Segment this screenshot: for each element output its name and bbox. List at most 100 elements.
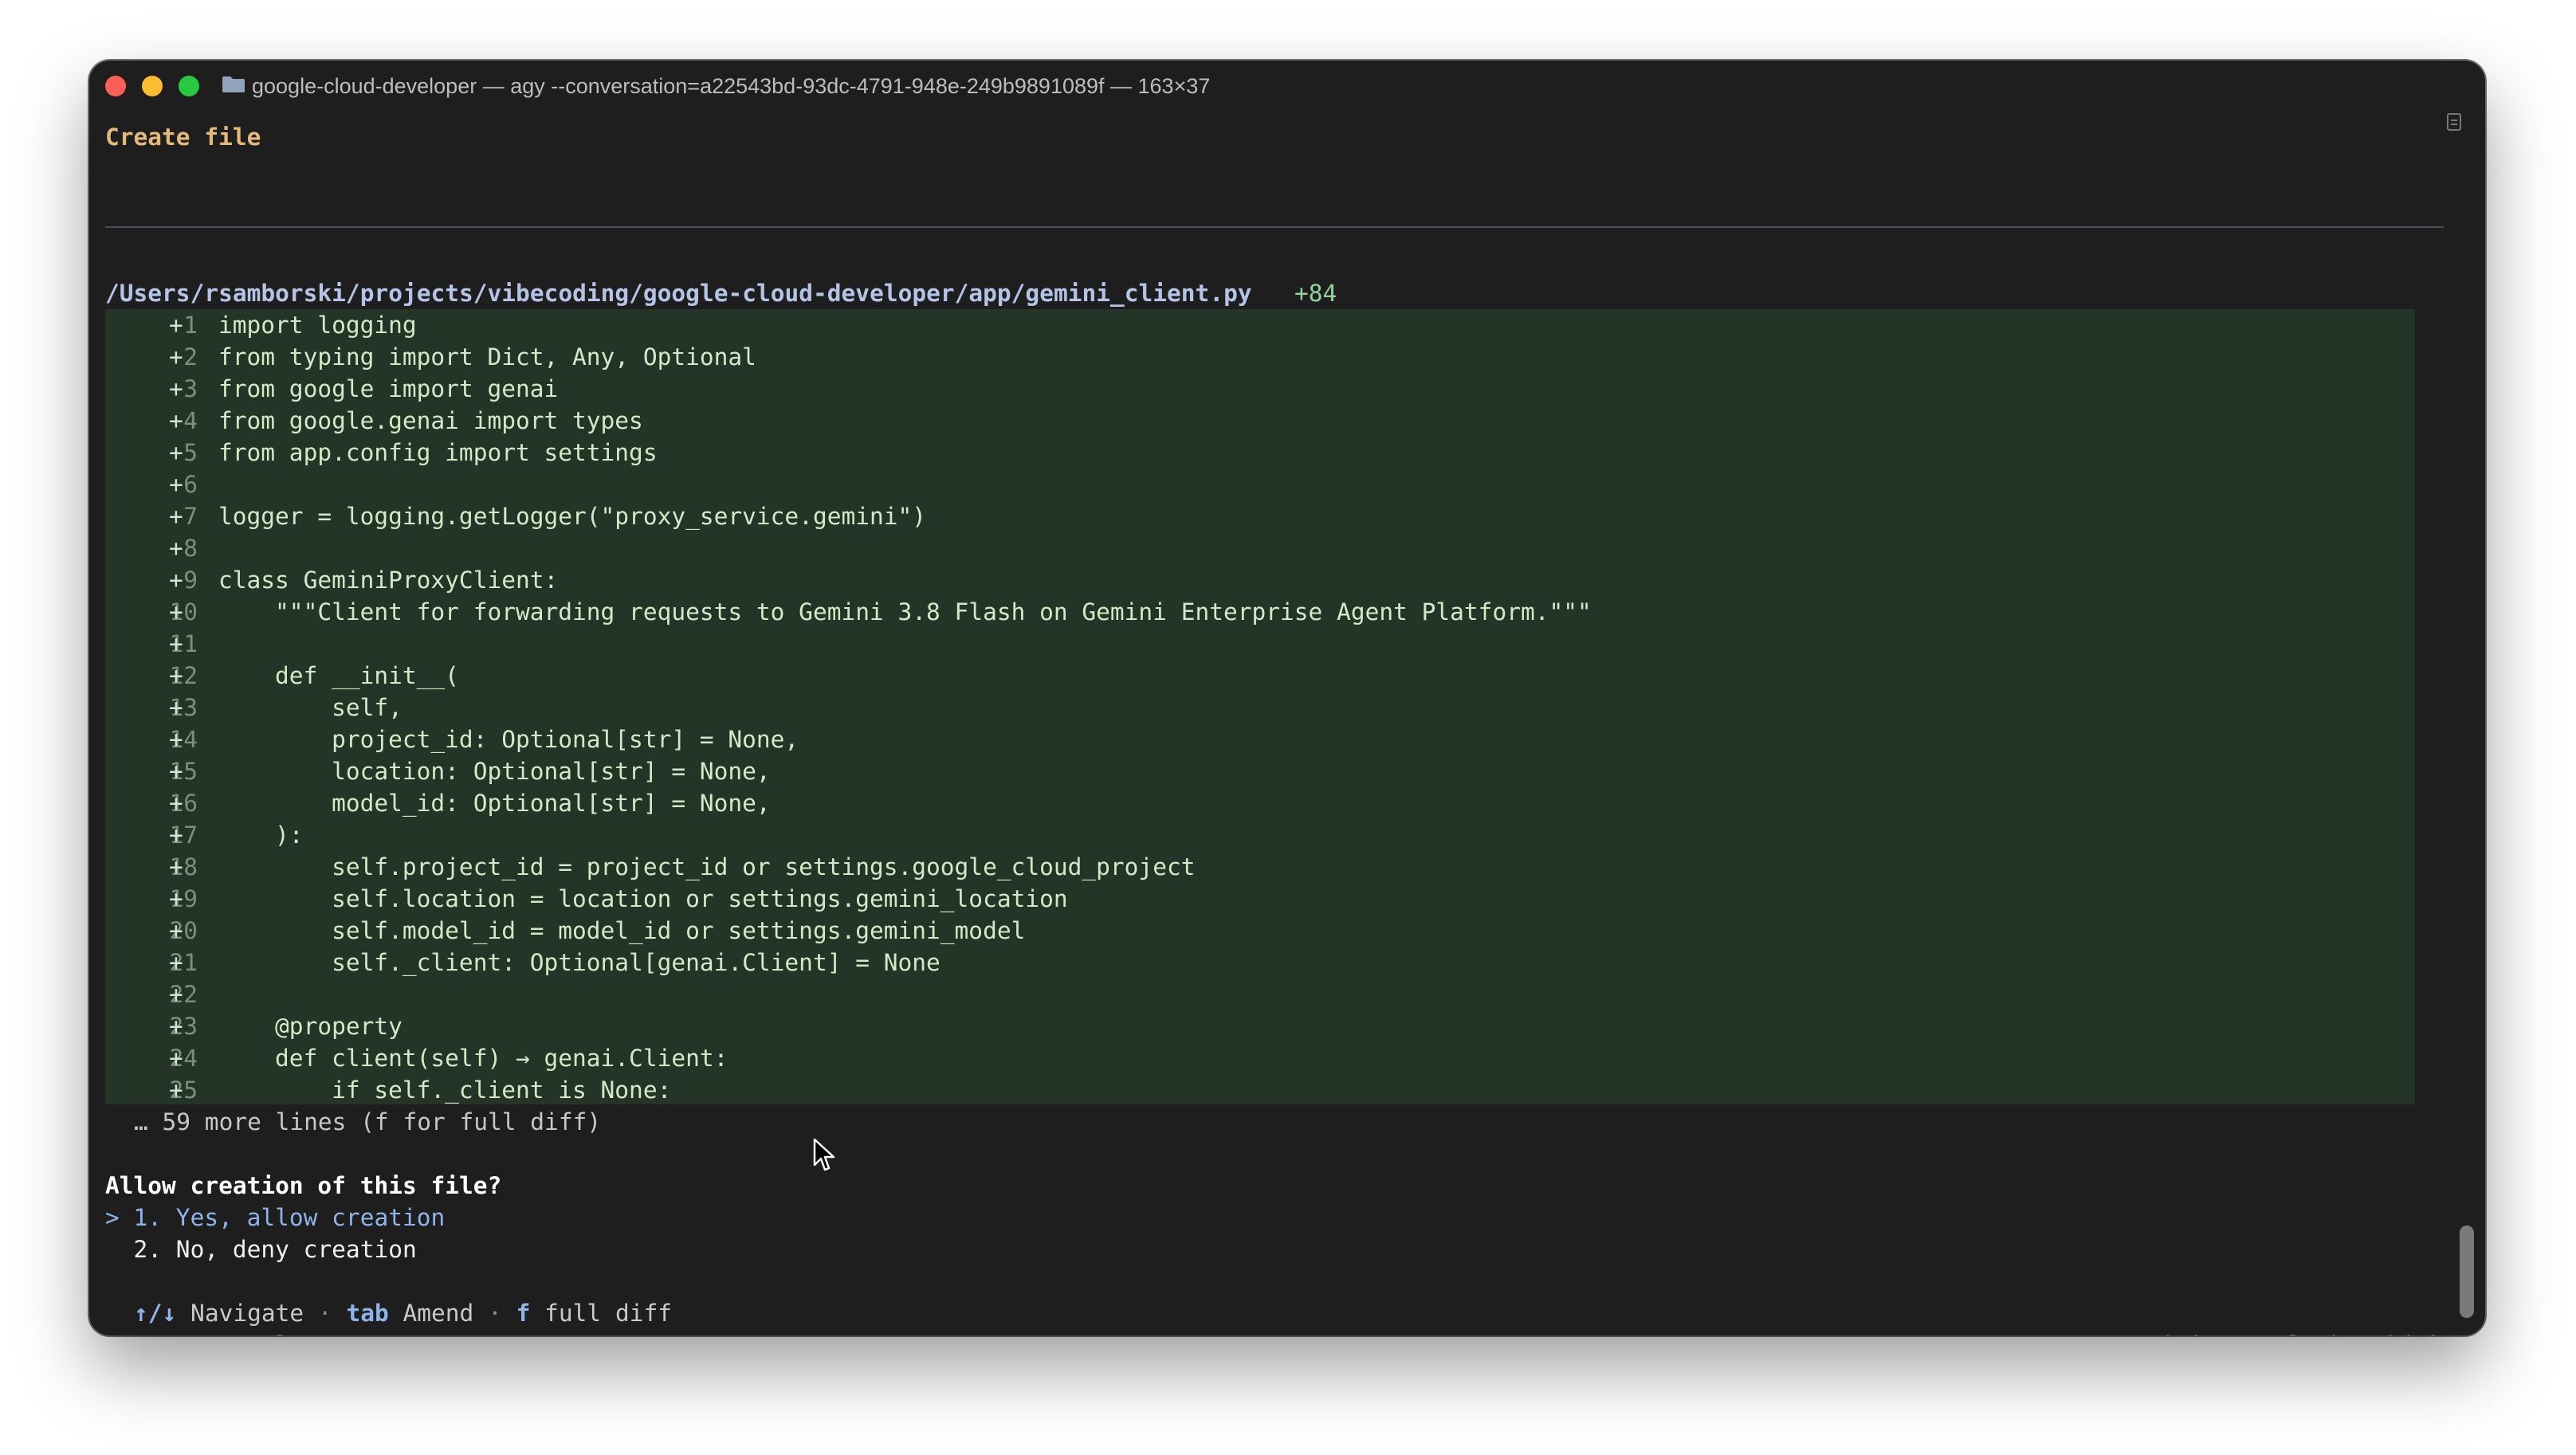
minimize-window-button[interactable] — [142, 76, 163, 96]
diff-line: 23 + @property — [89, 1010, 2448, 1042]
full-diff-key: f — [516, 1300, 531, 1327]
added-lines-count: +84 — [1294, 280, 1337, 307]
file-path: /Users/rsamborski/projects/vibecoding/go… — [105, 280, 1252, 307]
added-marker: + — [169, 853, 183, 880]
tool-title: Create file — [105, 124, 261, 151]
separator: · — [304, 1300, 347, 1327]
diff-line: 17 + ): — [89, 819, 2448, 851]
code-text: ): — [218, 822, 304, 849]
code-text: from app.config import settings — [218, 439, 658, 466]
added-marker: + — [169, 407, 183, 434]
scrollbar[interactable] — [2460, 140, 2476, 1328]
added-marker: + — [169, 343, 183, 371]
separator: · — [473, 1300, 516, 1327]
code-text: from google.genai import types — [218, 407, 643, 434]
terminal-window: google-cloud-developer — agy --conversat… — [89, 61, 2485, 1335]
keyboard-help: ↑/↓ Navigate · tab Amend · f full diff — [134, 1297, 672, 1329]
added-marker: + — [169, 471, 183, 498]
added-marker: + — [169, 822, 183, 849]
code-text: class GeminiProxyClient: — [218, 567, 559, 594]
code-text: self.location = location or settings.gem… — [218, 885, 1068, 912]
diff-line: 6 + — [89, 469, 2448, 500]
added-marker: + — [169, 1077, 183, 1104]
added-marker: + — [169, 567, 183, 594]
folder-icon — [222, 76, 245, 92]
diff-line: 15 + location: Optional[str] = None, — [89, 755, 2448, 787]
added-marker: + — [169, 503, 183, 530]
tab-key: tab — [346, 1300, 389, 1327]
code-text: self.project_id = project_id or settings… — [218, 853, 1196, 880]
diff-line: 4 + from google.genai import types — [89, 405, 2448, 437]
added-marker: + — [169, 535, 183, 562]
code-text: def __init__( — [218, 662, 459, 689]
code-text: self._client: Optional[genai.Client] = N… — [218, 949, 940, 976]
diff-line: 12 + def __init__( — [89, 660, 2448, 692]
scrollbar-thumb[interactable] — [2460, 1226, 2474, 1318]
more-lines-hint: … 59 more lines (f for full diff) — [134, 1108, 602, 1135]
scrollbar-menu-icon[interactable] — [2447, 113, 2461, 131]
diff-line: 13 + self, — [89, 692, 2448, 724]
diff-line: 11 + — [89, 628, 2448, 660]
zoom-window-button[interactable] — [179, 76, 199, 96]
added-marker: + — [169, 598, 183, 626]
added-marker: + — [169, 885, 183, 912]
navigate-key: ↑/↓ — [134, 1300, 177, 1327]
diff-line: 5 + from app.config import settings — [89, 437, 2448, 469]
code-text: from typing import Dict, Any, Optional — [218, 343, 756, 371]
added-marker: + — [169, 694, 183, 721]
added-marker: + — [169, 726, 183, 753]
close-window-button[interactable] — [105, 76, 126, 96]
diff-line: 22 + — [89, 978, 2448, 1010]
code-text: def client(self) → genai.Client: — [218, 1045, 728, 1072]
code-text: model_id: Optional[str] = None, — [218, 790, 771, 817]
code-text: from google import genai — [218, 375, 559, 402]
divider — [105, 226, 2444, 228]
diff-line: 19 + self.location = location or settings… — [89, 883, 2448, 915]
code-text: logger = logging.getLogger("proxy_servic… — [218, 503, 927, 530]
added-marker: + — [169, 790, 183, 817]
option-allow-creation[interactable]: > 1. Yes, allow creation — [105, 1202, 445, 1233]
code-text: @property — [218, 1013, 402, 1040]
added-marker: + — [169, 1013, 183, 1040]
added-marker: + — [169, 949, 183, 976]
diff-line: 25 + if self._client is None: — [89, 1074, 2448, 1106]
diff-line: 1 + import logging — [89, 309, 2448, 341]
esc-hint: esc to cancel — [105, 1329, 289, 1335]
diff-line: 10 + """Client for forwarding requests to… — [89, 596, 2448, 628]
added-marker: + — [169, 375, 183, 402]
permission-question: Allow creation of this file? — [105, 1172, 502, 1199]
added-marker: + — [169, 981, 183, 1008]
code-text: self.model_id = model_id or settings.gem… — [218, 917, 1026, 944]
full-diff-label: full diff — [530, 1300, 672, 1327]
title-bar: google-cloud-developer — agy --conversat… — [89, 61, 2485, 112]
diff-line: 3 + from google import genai — [89, 373, 2448, 405]
code-text: import logging — [218, 312, 417, 339]
added-marker: + — [169, 917, 183, 944]
added-marker: + — [169, 630, 183, 657]
added-marker: + — [169, 312, 183, 339]
diff-line: 16 + model_id: Optional[str] = None, — [89, 787, 2448, 819]
code-text: if self._client is None: — [218, 1077, 672, 1104]
code-text: location: Optional[str] = None, — [218, 758, 771, 785]
diff-line: 7 + logger = logging.getLogger("proxy_serv… — [89, 500, 2448, 532]
added-marker: + — [169, 758, 183, 785]
added-marker: + — [169, 662, 183, 689]
diff-line: 8 + — [89, 532, 2448, 564]
diff-line: 20 + self.model_id = model_id or settings… — [89, 915, 2448, 947]
code-text: """Client for forwarding requests to Gem… — [218, 598, 1592, 626]
diff-line: 14 + project_id: Optional[str] = None, — [89, 724, 2448, 755]
diff-line: 21 + self._client: Optional[genai.Client]… — [89, 947, 2448, 978]
code-text: self, — [218, 694, 402, 721]
mouse-pointer-icon — [813, 1138, 835, 1171]
navigate-label: Navigate — [176, 1300, 304, 1327]
model-status: Gemini 3.8 Flash · high — [2119, 1329, 2444, 1335]
option-deny-creation[interactable]: 2. No, deny creation — [105, 1233, 417, 1265]
diff-line: 2 + from typing import Dict, Any, Optional — [89, 341, 2448, 373]
diff-line: 9 + class GeminiProxyClient: — [89, 564, 2448, 596]
diff-line: 24 + def client(self) → genai.Client: — [89, 1042, 2448, 1074]
amend-label: Amend — [388, 1300, 474, 1327]
added-marker: + — [169, 1045, 183, 1072]
code-text: project_id: Optional[str] = None, — [218, 726, 799, 753]
added-marker: + — [169, 439, 183, 466]
diff-line: 18 + self.project_id = project_id or sett… — [89, 851, 2448, 883]
